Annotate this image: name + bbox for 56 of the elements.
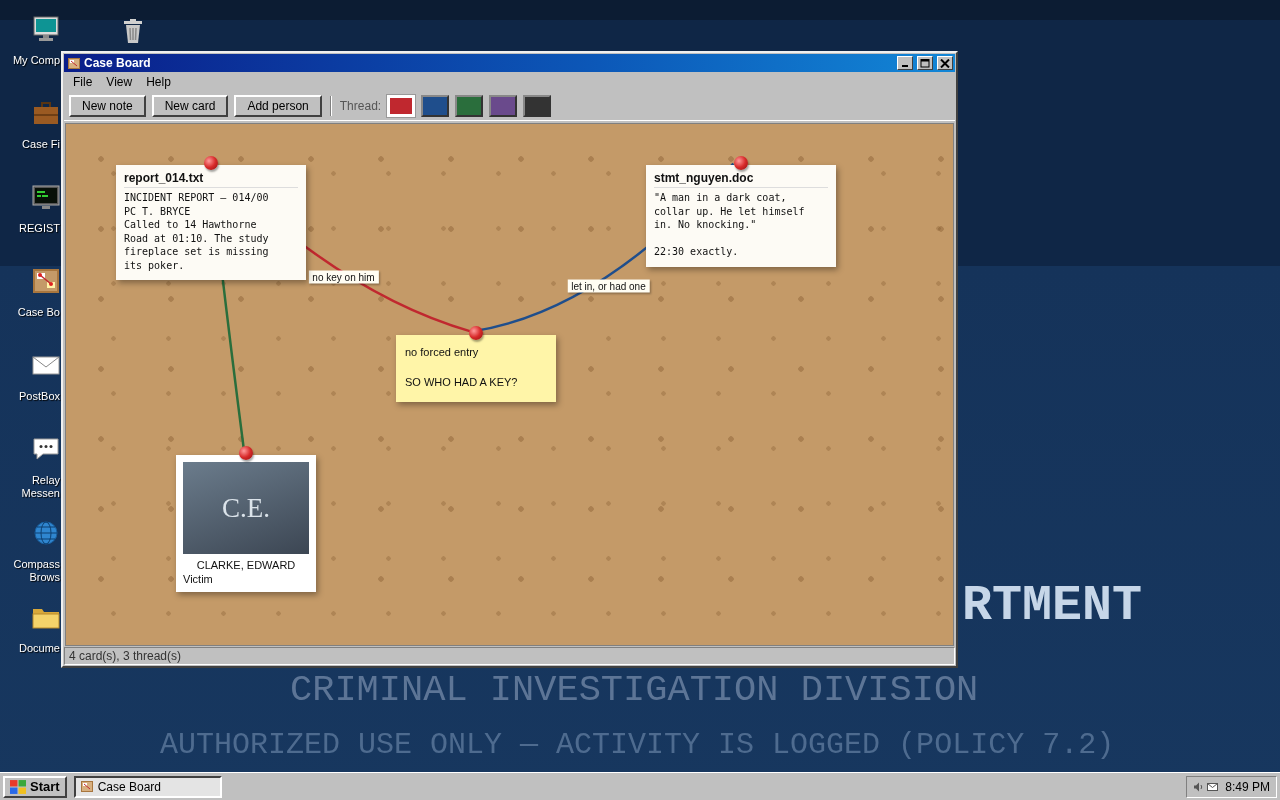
menu-item[interactable]: Help <box>139 75 178 89</box>
icon-label[interactable]: Case Bo <box>8 306 60 319</box>
thread-label: let in, or had one <box>567 279 650 292</box>
wallpaper-heading: RTMENT <box>962 578 1143 634</box>
icon-label[interactable]: Compass Brows <box>8 558 60 584</box>
pushpin-icon <box>204 156 218 170</box>
card-title: report_014.txt <box>124 171 298 188</box>
sticky-note[interactable]: no forced entry SO WHO HAD A KEY? <box>396 335 556 402</box>
person-card[interactable]: C.E. CLARKE, EDWARD Victim <box>176 455 316 592</box>
taskbar-button[interactable]: Case Board <box>73 775 222 798</box>
person-name: CLARKE, EDWARD <box>195 559 297 571</box>
file-card[interactable]: report_014.txt INCIDENT REPORT – 014/00 PC T. BRYCE Called to 14 Hawthorne Road at 01:10. The study fireplace set is missing its poker. <box>116 165 306 280</box>
icon-label[interactable]: Case Fi <box>8 138 60 151</box>
status-bar: 4 card(s), 3 thread(s) <box>64 647 955 665</box>
corkboard-icon <box>68 57 80 69</box>
color-swatch[interactable] <box>523 95 552 117</box>
color-swatch[interactable] <box>455 95 484 117</box>
trash-can-icon[interactable] <box>121 18 145 44</box>
pushpin-icon <box>469 326 483 340</box>
icon-label[interactable]: PostBox <box>8 390 60 403</box>
wallpaper-notice: AUTHORIZED USE ONLY — ACTIVITY IS LOGGED (POLICY 7.2) <box>160 728 1115 762</box>
wallpaper-subheading: CRIMINAL INVESTIGATION DIVISION <box>290 670 979 710</box>
icon-label[interactable]: Docume <box>8 642 60 655</box>
note-text: no forced entry SO WHO HAD A KEY? <box>405 345 519 390</box>
card-title: stmt_nguyen.doc <box>654 171 828 188</box>
menu-item[interactable]: View <box>99 75 140 89</box>
card-text: "A man in a dark coat, collar up. He let himself in. No knocking." 22:30 exactly. <box>654 191 805 259</box>
speech-bubble-icon[interactable] <box>32 436 60 462</box>
toolbar-button[interactable]: Add person <box>234 95 322 117</box>
start-button[interactable]: Start <box>3 775 67 798</box>
toolbar-button[interactable]: New card <box>151 95 229 117</box>
computer-monitor-icon[interactable] <box>32 16 60 42</box>
toolbar-button[interactable]: New note <box>69 95 146 117</box>
envelope-icon[interactable] <box>1207 781 1219 792</box>
windows-logo-icon[interactable] <box>10 779 26 794</box>
terminal-icon[interactable] <box>32 184 60 210</box>
thread-label: Thread: <box>339 99 382 113</box>
briefcase-icon[interactable] <box>32 100 60 126</box>
thread-label: no key on him <box>308 270 379 283</box>
icon-label[interactable]: Relay Messen <box>8 474 60 500</box>
pushpin-icon <box>239 446 253 460</box>
card-text: INCIDENT REPORT – 014/00 PC T. BRYCE Called to 14 Hawthorne Road at 01:10. The study fireplace set is missing its poker. <box>124 191 270 272</box>
clock-text: 8:49 PM <box>1225 779 1270 794</box>
menu-item[interactable]: File <box>66 75 100 89</box>
file-card[interactable]: stmt_nguyen.doc "A man in a dark coat, collar up. He let himself in. No knocking." 22:30 exactly. <box>646 165 836 267</box>
window-title: Case Board <box>84 56 152 70</box>
initials-text: C.E. <box>222 492 270 524</box>
icon-label[interactable]: My Comp <box>8 54 60 67</box>
pushpin-icon <box>734 156 748 170</box>
person-role: Victim <box>183 573 214 585</box>
speaker-icon[interactable] <box>1193 781 1205 792</box>
color-swatch[interactable] <box>489 95 518 117</box>
icon-label[interactable]: REGIST <box>8 222 60 235</box>
corkboard-icon[interactable] <box>32 268 60 294</box>
color-swatch[interactable] <box>421 95 450 117</box>
globe-icon[interactable] <box>32 520 60 546</box>
